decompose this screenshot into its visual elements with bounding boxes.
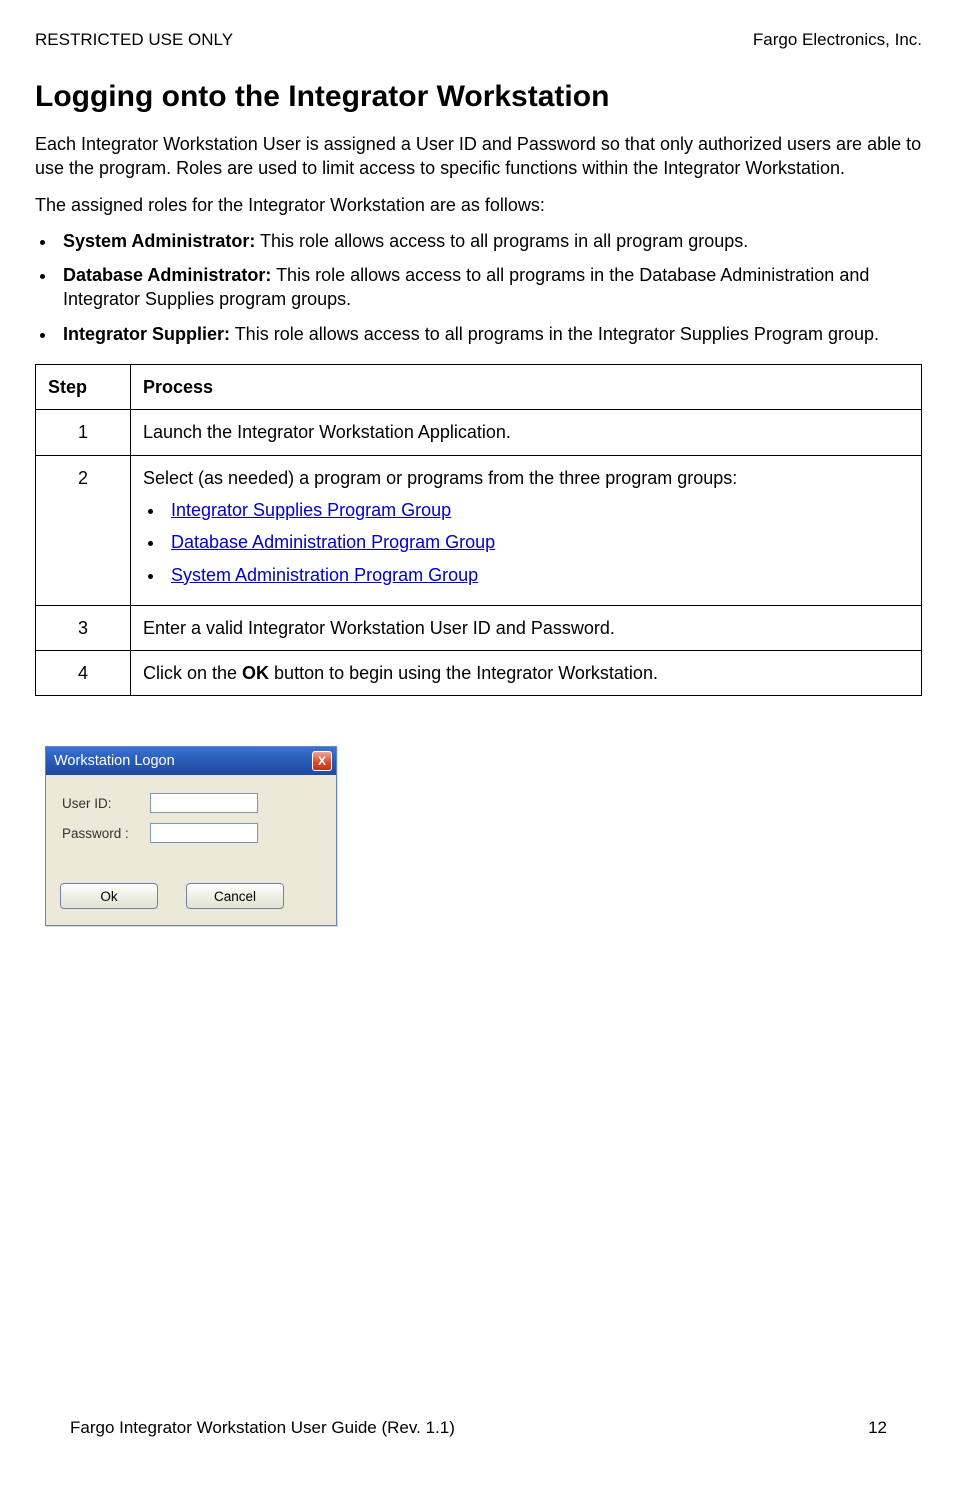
role-system-admin: System Administrator: This role allows a… bbox=[57, 229, 922, 253]
role-name: Database Administrator: bbox=[63, 265, 271, 285]
table-header-row: Step Process bbox=[36, 365, 922, 410]
step-process: Select (as needed) a program or programs… bbox=[131, 455, 922, 605]
password-row: Password : bbox=[62, 823, 320, 843]
role-name: System Administrator: bbox=[63, 231, 255, 251]
dialog-body: User ID: Password : bbox=[46, 775, 336, 863]
step-process: Enter a valid Integrator Workstation Use… bbox=[131, 605, 922, 650]
step-text-pre: Click on the bbox=[143, 663, 242, 683]
page: RESTRICTED USE ONLY Fargo Electronics, I… bbox=[35, 30, 922, 1466]
table-row: 2 Select (as needed) a program or progra… bbox=[36, 455, 922, 605]
page-footer: Fargo Integrator Workstation User Guide … bbox=[70, 1418, 887, 1438]
footer-left: Fargo Integrator Workstation User Guide … bbox=[70, 1418, 455, 1438]
role-desc: This role allows access to all programs … bbox=[255, 231, 748, 251]
close-button[interactable]: X bbox=[312, 751, 332, 771]
step-process: Click on the OK button to begin using th… bbox=[131, 651, 922, 696]
link-integrator-supplies[interactable]: Integrator Supplies Program Group bbox=[171, 500, 451, 520]
page-header: RESTRICTED USE ONLY Fargo Electronics, I… bbox=[35, 30, 922, 50]
close-icon: X bbox=[318, 754, 326, 768]
intro-paragraph-2: The assigned roles for the Integrator Wo… bbox=[35, 193, 922, 217]
step-number: 2 bbox=[36, 455, 131, 605]
dialog-screenshot: Workstation Logon X User ID: Password : … bbox=[45, 746, 922, 926]
table-row: 1 Launch the Integrator Workstation Appl… bbox=[36, 410, 922, 455]
dialog-button-row: Ok Cancel bbox=[46, 863, 336, 925]
user-id-input[interactable] bbox=[150, 793, 258, 813]
role-name: Integrator Supplier: bbox=[63, 324, 230, 344]
step-number: 4 bbox=[36, 651, 131, 696]
list-item: Integrator Supplies Program Group bbox=[165, 498, 909, 522]
dialog-titlebar: Workstation Logon X bbox=[46, 747, 336, 775]
steps-table: Step Process 1 Launch the Integrator Wor… bbox=[35, 364, 922, 696]
step-number: 3 bbox=[36, 605, 131, 650]
link-database-admin[interactable]: Database Administration Program Group bbox=[171, 532, 495, 552]
intro-paragraph-1: Each Integrator Workstation User is assi… bbox=[35, 132, 922, 181]
page-title: Logging onto the Integrator Workstation bbox=[35, 80, 922, 114]
password-label: Password : bbox=[62, 826, 150, 841]
user-id-row: User ID: bbox=[62, 793, 320, 813]
link-system-admin[interactable]: System Administration Program Group bbox=[171, 565, 478, 585]
table-row: 3 Enter a valid Integrator Workstation U… bbox=[36, 605, 922, 650]
role-desc: This role allows access to all programs … bbox=[230, 324, 879, 344]
cancel-button[interactable]: Cancel bbox=[186, 883, 284, 909]
role-integrator-supplier: Integrator Supplier: This role allows ac… bbox=[57, 322, 922, 346]
step-process: Launch the Integrator Workstation Applic… bbox=[131, 410, 922, 455]
step-number: 1 bbox=[36, 410, 131, 455]
step-text-post: button to begin using the Integrator Wor… bbox=[269, 663, 658, 683]
list-item: Database Administration Program Group bbox=[165, 530, 909, 554]
password-input[interactable] bbox=[150, 823, 258, 843]
table-row: 4 Click on the OK button to begin using … bbox=[36, 651, 922, 696]
role-database-admin: Database Administrator: This role allows… bbox=[57, 263, 922, 312]
header-left: RESTRICTED USE ONLY bbox=[35, 30, 233, 50]
program-group-list: Integrator Supplies Program Group Databa… bbox=[143, 498, 909, 587]
col-process-header: Process bbox=[131, 365, 922, 410]
step-text: Select (as needed) a program or programs… bbox=[143, 468, 737, 488]
header-right: Fargo Electronics, Inc. bbox=[753, 30, 922, 50]
footer-right: 12 bbox=[868, 1418, 887, 1438]
step-text-bold: OK bbox=[242, 663, 269, 683]
user-id-label: User ID: bbox=[62, 796, 150, 811]
list-item: System Administration Program Group bbox=[165, 563, 909, 587]
workstation-logon-dialog: Workstation Logon X User ID: Password : … bbox=[45, 746, 337, 926]
roles-list: System Administrator: This role allows a… bbox=[35, 229, 922, 346]
ok-button[interactable]: Ok bbox=[60, 883, 158, 909]
dialog-title: Workstation Logon bbox=[54, 753, 175, 769]
col-step-header: Step bbox=[36, 365, 131, 410]
